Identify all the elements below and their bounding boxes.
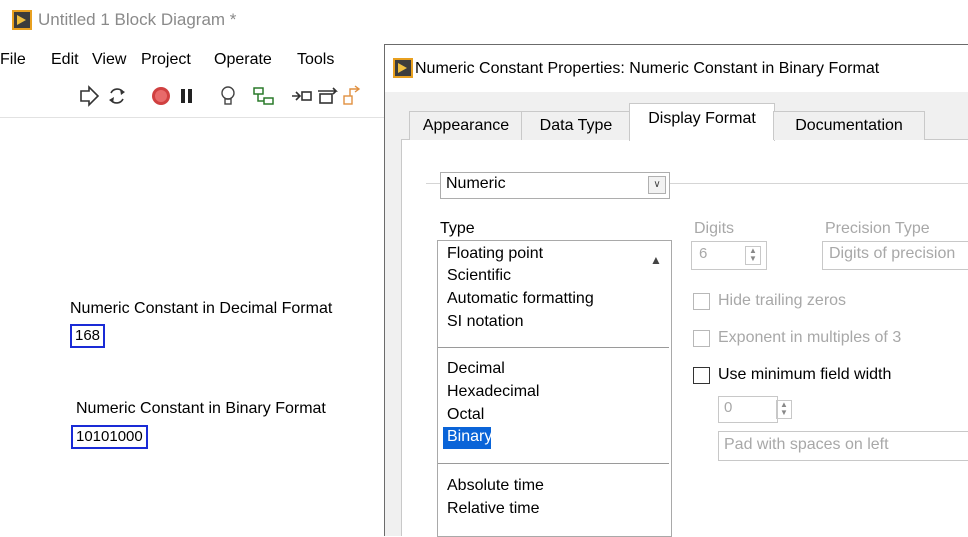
exponent-multiples-label: Exponent in multiples of 3: [718, 329, 902, 346]
type-item-decimal[interactable]: Decimal: [447, 360, 505, 378]
menu-view[interactable]: View: [92, 51, 126, 69]
run-arrow-icon[interactable]: [78, 84, 100, 108]
precision-type-value: Digits of precision: [829, 245, 956, 262]
retain-wire-values-icon[interactable]: [252, 84, 276, 108]
highlight-execution-icon[interactable]: [218, 84, 238, 108]
hide-trailing-zeros-label: Hide trailing zeros: [718, 292, 847, 309]
pause-icon[interactable]: [178, 84, 196, 108]
type-label: Type: [440, 220, 475, 237]
menu-edit[interactable]: Edit: [51, 51, 79, 69]
hide-trailing-zeros-checkbox[interactable]: [693, 293, 710, 310]
step-out-icon[interactable]: [342, 84, 364, 108]
type-item-si-notation[interactable]: SI notation: [447, 313, 524, 331]
type-item-binary[interactable]: Binary: [447, 428, 492, 446]
block-diagram-title: Untitled 1 Block Diagram *: [38, 10, 237, 29]
type-divider: [438, 463, 669, 464]
group-frame-line: [426, 183, 440, 184]
group-frame-line: [668, 183, 968, 184]
labview-block-diagram-icon: [12, 10, 32, 30]
type-item-relative-time[interactable]: Relative time: [447, 500, 539, 518]
format-select-value: Numeric: [446, 175, 506, 192]
binary-constant[interactable]: 10101000: [71, 425, 148, 449]
pad-select-value: Pad with spaces on left: [724, 436, 889, 453]
use-min-width-checkbox[interactable]: [693, 367, 710, 384]
menu-file[interactable]: File: [0, 51, 26, 69]
binary-constant-label: Numeric Constant in Binary Format: [76, 400, 326, 417]
type-item-octal[interactable]: Octal: [447, 406, 484, 424]
menu-project[interactable]: Project: [141, 51, 191, 69]
use-min-width-label: Use minimum field width: [718, 366, 892, 383]
scroll-up-icon[interactable]: ▲: [650, 253, 662, 267]
decimal-constant[interactable]: 168: [70, 324, 106, 348]
step-into-icon[interactable]: [290, 84, 314, 108]
type-item-scientific[interactable]: Scientific: [447, 267, 511, 285]
digits-value: 6: [699, 245, 708, 262]
menu-tools[interactable]: Tools: [297, 51, 334, 69]
labview-dialog-icon: [393, 58, 413, 78]
exponent-multiples-checkbox[interactable]: [693, 330, 710, 347]
digits-label: Digits: [694, 220, 735, 237]
precision-type-label: Precision Type: [825, 220, 930, 237]
tab-data-type[interactable]: Data Type: [521, 111, 631, 140]
chevron-down-icon[interactable]: ∨: [648, 176, 666, 194]
toolbar-divider: [0, 117, 384, 118]
tab-documentation[interactable]: Documentation: [773, 111, 925, 140]
type-item-floating-point[interactable]: Floating point: [447, 245, 543, 263]
run-continuously-icon[interactable]: [106, 84, 128, 108]
type-divider: [438, 347, 669, 348]
menu-operate[interactable]: Operate: [214, 51, 272, 69]
type-item-absolute-time[interactable]: Absolute time: [447, 477, 544, 495]
step-over-icon[interactable]: [316, 84, 340, 108]
type-item-automatic-formatting[interactable]: Automatic formatting: [447, 290, 594, 308]
min-width-value: 0: [724, 399, 733, 416]
type-item-hexadecimal[interactable]: Hexadecimal: [447, 383, 539, 401]
decimal-constant-label: Numeric Constant in Decimal Format: [70, 300, 333, 317]
dialog-title: Numeric Constant Properties: Numeric Con…: [415, 60, 880, 77]
abort-icon[interactable]: [150, 84, 172, 108]
min-width-spinner-icon[interactable]: ▲ ▼: [776, 400, 792, 419]
tab-display-format[interactable]: Display Format: [629, 103, 775, 141]
tab-appearance[interactable]: Appearance: [409, 111, 523, 140]
digits-spinner-icon[interactable]: ▲ ▼: [745, 246, 761, 265]
